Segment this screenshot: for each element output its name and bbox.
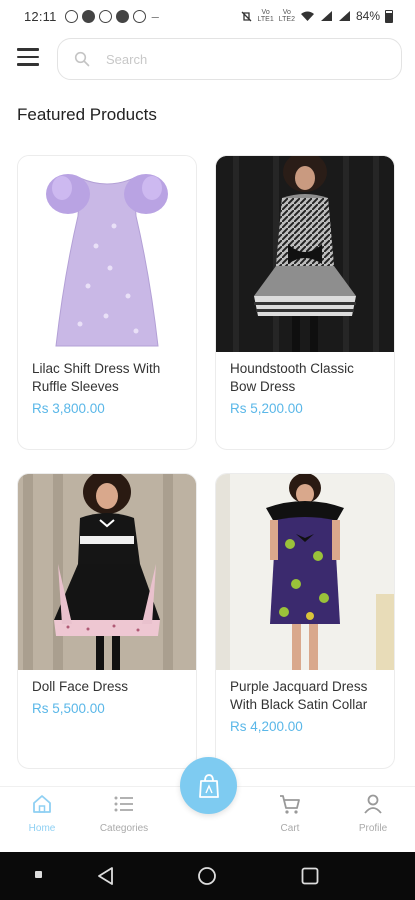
home-circle-icon xyxy=(198,867,216,885)
net-label: LTE2 xyxy=(278,16,295,23)
home-icon xyxy=(33,795,51,813)
product-name: Doll Face Dress xyxy=(32,679,129,694)
net-label: Vo xyxy=(282,9,291,16)
net-label: Vo xyxy=(261,9,270,16)
purple-jacquard-dress-image xyxy=(216,474,394,670)
product-price: Rs 5,500.00 xyxy=(32,701,105,716)
product-image xyxy=(216,474,394,670)
nav-home-label: Home xyxy=(28,823,56,834)
nav-categories[interactable]: Categories xyxy=(89,793,159,834)
section-title: Featured Products xyxy=(17,105,157,124)
battery-percent: 84% xyxy=(355,9,380,23)
vibrate-mute-icon xyxy=(241,11,251,22)
search-bar[interactable] xyxy=(57,38,402,80)
product-card[interactable]: Purple Jacquard Dress With Black Satin C… xyxy=(215,473,395,769)
product-card[interactable]: Houndstooth Classic Bow Dress Rs 5,200.0… xyxy=(215,155,395,450)
nav-profile-label: Profile xyxy=(358,823,388,834)
nav-categories-label: Categories xyxy=(99,823,149,834)
net-label: LTE1 xyxy=(257,16,274,23)
signal-icon xyxy=(320,11,332,21)
nav-cart[interactable]: Cart xyxy=(255,793,325,834)
grid-icon xyxy=(132,9,146,23)
notification-icon xyxy=(64,9,78,23)
lilac-dress-image xyxy=(46,174,168,347)
network-indicator: Vo LTE1 xyxy=(258,9,274,23)
menu-square-icon[interactable] xyxy=(35,871,42,878)
product-price: Rs 3,800.00 xyxy=(32,401,105,416)
product-name: Houndstooth Classic Bow Dress xyxy=(230,361,354,394)
menu-icon xyxy=(17,55,39,58)
product-image xyxy=(18,156,196,352)
more-notifications-icon: – xyxy=(151,8,159,24)
status-right: Vo LTE1 Vo LTE2 84% xyxy=(240,9,393,23)
chat-icon xyxy=(115,9,129,23)
profile-icon xyxy=(364,794,382,814)
nav-home[interactable]: Home xyxy=(7,793,77,834)
home-system-button[interactable] xyxy=(197,866,217,891)
product-name: Lilac Shift Dress With Ruffle Sleeves xyxy=(32,361,161,394)
shopping-bag-icon xyxy=(198,773,219,798)
product-name: Purple Jacquard Dress With Black Satin C… xyxy=(230,679,368,712)
product-card[interactable]: Lilac Shift Dress With Ruffle Sleeves Rs… xyxy=(17,155,197,450)
product-price: Rs 5,200.00 xyxy=(230,401,303,416)
list-icon xyxy=(114,796,133,812)
cart-icon xyxy=(280,795,300,814)
status-bar: 12:11 – Vo LTE1 Vo LTE2 84% xyxy=(0,0,415,32)
recents-button[interactable] xyxy=(300,866,320,891)
notification-icon xyxy=(98,9,112,23)
nav-cart-label: Cart xyxy=(280,823,300,834)
signal-icon xyxy=(338,11,350,21)
menu-icon xyxy=(17,48,39,51)
doll-face-dress-image xyxy=(18,474,196,670)
header xyxy=(0,36,415,82)
search-icon xyxy=(74,51,90,67)
back-icon xyxy=(98,867,113,885)
shopping-bag-button[interactable] xyxy=(180,757,237,814)
network-indicator-2: Vo LTE2 xyxy=(279,9,295,23)
nav-profile[interactable]: Profile xyxy=(338,793,408,834)
recents-icon xyxy=(301,867,319,885)
status-time: 12:11 xyxy=(24,8,57,24)
notification-icons xyxy=(64,9,146,23)
search-input[interactable] xyxy=(106,51,366,67)
battery-icon xyxy=(385,9,393,23)
houndstooth-dress-image xyxy=(216,156,394,352)
product-card[interactable]: Doll Face Dress Rs 5,500.00 xyxy=(17,473,197,769)
back-button[interactable] xyxy=(96,866,116,891)
notification-icon xyxy=(81,9,95,23)
wifi-icon xyxy=(300,11,314,21)
menu-icon xyxy=(17,63,39,66)
product-image xyxy=(216,156,394,352)
menu-button[interactable] xyxy=(17,48,41,68)
product-price: Rs 4,200.00 xyxy=(230,719,303,734)
system-navigation-bar xyxy=(0,852,415,900)
product-image xyxy=(18,474,196,670)
